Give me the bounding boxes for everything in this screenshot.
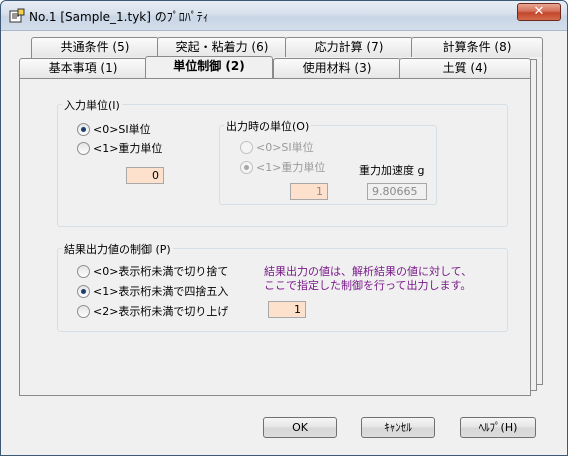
input-unit-value-field[interactable]: 0 [126, 167, 164, 184]
radio-unchecked-icon [77, 264, 90, 278]
input-unit-gravity-radio[interactable]: <1>重力単位 [77, 140, 162, 156]
round-up-radio[interactable]: <2>表示桁未満で切り上げ [77, 303, 228, 319]
tab-stress-calculation[interactable]: 応力計算 (7) [285, 37, 413, 57]
ok-button[interactable]: OK [263, 417, 337, 438]
radio-checked-icon [77, 284, 90, 298]
input-unit-si-radio[interactable]: <0>SI単位 [77, 121, 151, 137]
output-unit-si-radio[interactable]: <0>SI単位 [240, 139, 314, 155]
result-note-line-2: ここで指定した制御を行って出力します。 [264, 279, 472, 292]
output-unit-group-label: 出力時の単位(O) [224, 118, 312, 134]
close-button[interactable]: ✕ [517, 3, 561, 21]
radio-unchecked-icon [77, 304, 90, 318]
radio-checked-icon [77, 122, 90, 136]
help-button[interactable]: ﾍﾙﾌﾟ(H) [460, 417, 536, 438]
tab-common-conditions[interactable]: 共通条件 (5) [31, 37, 159, 57]
result-control-value-field[interactable]: 1 [268, 301, 306, 318]
tab-calculation-conditions[interactable]: 計算条件 (8) [411, 37, 543, 57]
close-icon: ✕ [533, 4, 545, 19]
tab-page-unit-control: 入力単位(I) <0>SI単位 <1>重力単位 0 出力時の単位(O) <0>S… [19, 78, 531, 396]
result-note-line-1: 結果出力の値は、解析結果の値に対して、 [264, 265, 473, 278]
tab-unit-control[interactable]: 単位制御 (2) [145, 56, 273, 78]
tab-materials[interactable]: 使用材料 (3) [273, 58, 401, 78]
cancel-button[interactable]: ｷｬﾝｾﾙ [361, 417, 435, 438]
gravity-acceleration-field[interactable]: 9.80665 [367, 183, 427, 200]
title-bar[interactable]: No.1 [Sample_1.tyk] のﾌﾟﾛﾊﾟﾃｨ ✕ [1, 1, 567, 31]
output-unit-gravity-radio[interactable]: <1>重力単位 [240, 159, 325, 175]
tab-basic-items[interactable]: 基本事項 (1) [19, 58, 147, 78]
round-down-radio[interactable]: <0>表示桁未満で切り捨て [77, 263, 228, 279]
round-half-radio[interactable]: <1>表示桁未満で四捨五入 [77, 283, 228, 299]
input-unit-group-label: 入力単位(I) [62, 97, 122, 113]
window-title: No.1 [Sample_1.tyk] のﾌﾟﾛﾊﾟﾃｨ [29, 10, 209, 24]
gravity-acceleration-label: 重力加速度 g [359, 164, 425, 177]
radio-unchecked-icon [240, 140, 253, 154]
tab-protrusion-adhesion[interactable]: 突起・粘着力 (6) [157, 37, 287, 57]
output-unit-value-field[interactable]: 1 [290, 183, 328, 200]
radio-checked-icon [240, 160, 253, 174]
properties-dialog: No.1 [Sample_1.tyk] のﾌﾟﾛﾊﾟﾃｨ ✕ 共通条件 (5) … [0, 0, 568, 456]
result-control-group-label: 結果出力値の制御 (P) [62, 241, 173, 257]
radio-unchecked-icon [77, 141, 90, 155]
tab-soil[interactable]: 土質 (4) [399, 58, 531, 78]
properties-icon [9, 8, 25, 23]
